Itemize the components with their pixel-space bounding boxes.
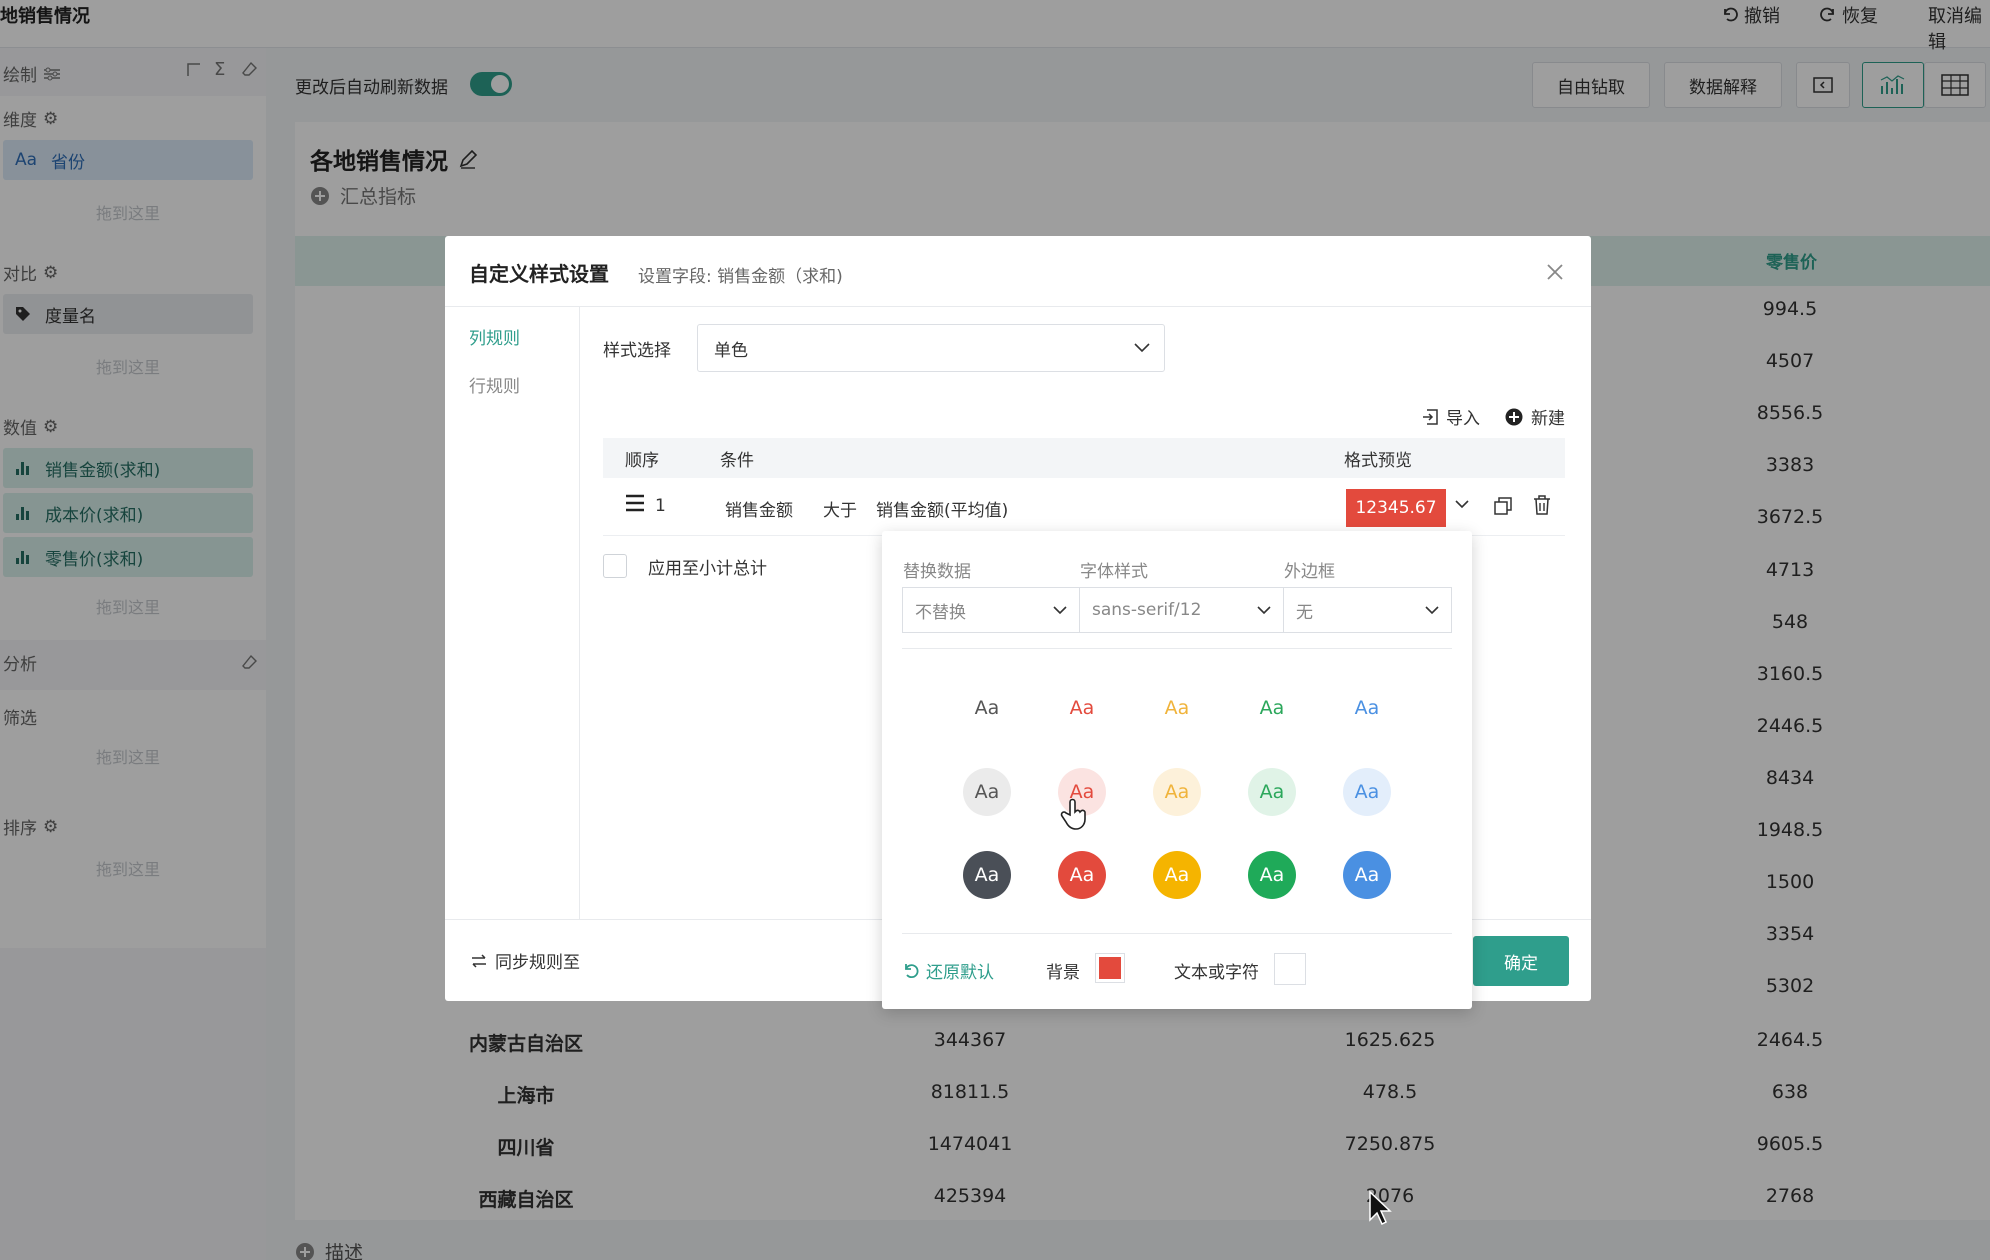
style-swatch[interactable]: Aa bbox=[963, 684, 1011, 732]
style-swatch[interactable]: Aa bbox=[1248, 684, 1296, 732]
replace-data-value: 不替换 bbox=[915, 602, 966, 623]
header-condition: 条件 bbox=[720, 451, 754, 471]
chevron-down-icon bbox=[1257, 605, 1271, 615]
rule-order: 1 bbox=[655, 496, 666, 516]
header-preview: 格式预览 bbox=[1344, 451, 1412, 471]
format-preview-chip[interactable]: 12345.67 bbox=[1346, 489, 1446, 527]
replace-data-select[interactable]: 不替换 bbox=[902, 587, 1080, 633]
background-label: 背景 bbox=[1046, 963, 1080, 983]
border-select[interactable]: 无 bbox=[1283, 587, 1452, 633]
restore-default-button[interactable]: 还原默认 bbox=[902, 958, 994, 983]
tab-column-rule[interactable]: 列规则 bbox=[469, 324, 520, 349]
rule-target: 销售金额(平均值) bbox=[876, 501, 1009, 521]
popover-divider bbox=[902, 648, 1452, 649]
copy-icon[interactable] bbox=[1493, 496, 1513, 516]
new-rule-button[interactable]: 新建 bbox=[1505, 404, 1565, 429]
chevron-down-icon bbox=[1425, 605, 1439, 615]
format-style-popover: 替换数据 字体样式 外边框 不替换 sans-serif/12 无 Aa Aa Aa… bbox=[882, 531, 1472, 1009]
dialog-title: 自定义样式设置 bbox=[469, 262, 609, 286]
border-value: 无 bbox=[1296, 602, 1313, 623]
style-swatch[interactable]: Aa bbox=[963, 851, 1011, 899]
restore-icon bbox=[902, 962, 920, 980]
close-icon[interactable] bbox=[1543, 260, 1567, 284]
sync-rules-button[interactable]: 同步规则至 bbox=[471, 948, 580, 973]
border-label: 外边框 bbox=[1284, 562, 1335, 582]
new-rule-label: 新建 bbox=[1531, 409, 1565, 429]
chevron-down-icon bbox=[1053, 605, 1067, 615]
style-swatch[interactable]: Aa bbox=[1058, 684, 1106, 732]
style-swatch[interactable]: Aa bbox=[1343, 768, 1391, 816]
style-swatch[interactable]: Aa bbox=[1343, 684, 1391, 732]
hand-cursor-icon bbox=[1060, 797, 1090, 831]
popover-footer-divider bbox=[902, 933, 1452, 934]
style-swatch[interactable]: Aa bbox=[963, 768, 1011, 816]
import-button[interactable]: 导入 bbox=[1422, 404, 1480, 429]
trash-icon[interactable] bbox=[1533, 495, 1551, 515]
style-swatch[interactable]: Aa bbox=[1153, 684, 1201, 732]
import-icon bbox=[1422, 408, 1438, 425]
tab-row-rule[interactable]: 行规则 bbox=[469, 372, 520, 397]
dialog-side-divider bbox=[579, 307, 580, 919]
font-style-select[interactable]: sans-serif/12 bbox=[1079, 587, 1284, 633]
confirm-button[interactable]: 确定 bbox=[1473, 936, 1569, 986]
dialog-subtitle: 设置字段: 销售金额（求和) bbox=[638, 267, 843, 287]
sync-arrows-icon bbox=[471, 953, 487, 968]
style-select-label: 样式选择 bbox=[603, 341, 671, 361]
apply-subtotal-checkbox[interactable] bbox=[603, 554, 627, 578]
font-style-label: 字体样式 bbox=[1080, 562, 1148, 582]
text-color-label: 文本或字符 bbox=[1174, 963, 1259, 983]
rule-table-header: 顺序 条件 格式预览 bbox=[603, 438, 1565, 478]
import-label: 导入 bbox=[1446, 409, 1480, 429]
style-swatch[interactable]: Aa bbox=[1153, 851, 1201, 899]
chevron-down-icon bbox=[1134, 343, 1150, 353]
style-swatch[interactable]: Aa bbox=[1343, 851, 1391, 899]
drag-handle-icon[interactable] bbox=[625, 494, 645, 512]
arrow-cursor-icon bbox=[1368, 1190, 1392, 1226]
style-swatch[interactable]: Aa bbox=[1248, 768, 1296, 816]
style-swatch[interactable]: Aa bbox=[1058, 851, 1106, 899]
sync-rules-label: 同步规则至 bbox=[495, 953, 580, 973]
restore-default-label: 还原默认 bbox=[926, 963, 994, 983]
text-color-picker[interactable] bbox=[1274, 953, 1306, 985]
font-style-value: sans-serif/12 bbox=[1092, 600, 1202, 620]
header-order: 顺序 bbox=[625, 451, 659, 471]
style-swatch[interactable]: Aa bbox=[1153, 768, 1201, 816]
apply-subtotal-label: 应用至小计总计 bbox=[648, 559, 767, 579]
style-select-value: 单色 bbox=[714, 340, 748, 361]
background-color-fill bbox=[1099, 957, 1121, 979]
background-color-picker[interactable] bbox=[1095, 953, 1125, 983]
chevron-down-icon[interactable] bbox=[1455, 500, 1469, 509]
rule-operator: 大于 bbox=[823, 501, 857, 521]
plus-circle-icon bbox=[1505, 408, 1523, 426]
rule-field: 销售金额 bbox=[725, 501, 793, 521]
rule-row[interactable]: 1 销售金额 大于 销售金额(平均值) 12345.67 bbox=[603, 478, 1565, 536]
style-select[interactable]: 单色 bbox=[697, 324, 1165, 372]
style-swatch[interactable]: Aa bbox=[1248, 851, 1296, 899]
replace-data-label: 替换数据 bbox=[903, 562, 971, 582]
dialog-header-divider bbox=[445, 306, 1591, 307]
